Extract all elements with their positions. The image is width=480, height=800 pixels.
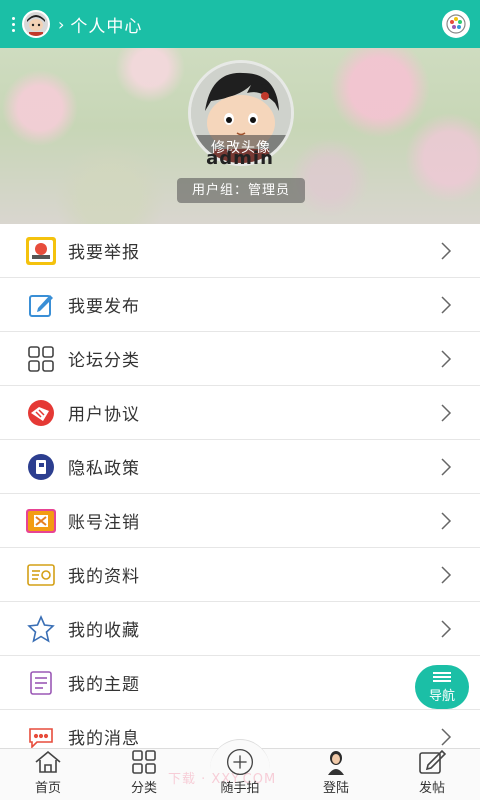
menu-dots-icon[interactable]: [6, 0, 20, 48]
chevron-right-icon: [441, 350, 452, 368]
menu-label: 我要发布: [68, 297, 140, 317]
avatar-icon: [322, 749, 350, 775]
menu-lines-icon: [433, 670, 451, 684]
edit-icon: [26, 290, 56, 320]
menu-label: 隐私政策: [68, 459, 140, 479]
top-bar: › 个人中心: [0, 0, 480, 48]
tab-label: 分类: [130, 781, 157, 796]
menu-label: 我的主题: [68, 675, 140, 695]
menu-item-my-topics[interactable]: 我的主题: [0, 656, 480, 710]
menu-item-publish[interactable]: 我要发布: [0, 278, 480, 332]
agreement-icon: [26, 398, 56, 428]
tab-home[interactable]: 首页: [0, 749, 96, 800]
menu-item-report[interactable]: 我要举报: [0, 224, 480, 278]
menu-label: 论坛分类: [68, 351, 140, 371]
menu-item-my-favorites[interactable]: 我的收藏: [0, 602, 480, 656]
palette-icon: [446, 14, 466, 34]
star-icon: [26, 614, 56, 644]
chevron-right-icon: [441, 242, 452, 260]
menu-item-user-agreement[interactable]: 用户协议: [0, 386, 480, 440]
avatar[interactable]: [22, 10, 50, 38]
bottom-tab-bar: 首页 分类 随手拍 登陆 发帖: [0, 739, 480, 800]
menu-item-privacy-policy[interactable]: 隐私政策: [0, 440, 480, 494]
fab-label: 导航: [428, 689, 455, 704]
grid-icon: [26, 344, 56, 374]
menu-list: 我要举报 我要发布 论坛分类 用户协议 隐私政策 账号注销 我的资料 我的收藏 …: [0, 224, 480, 764]
tab-label: 首页: [34, 781, 61, 796]
menu-label: 我要举报: [68, 243, 140, 263]
menu-label: 用户协议: [68, 405, 140, 425]
grid-icon: [130, 749, 158, 775]
menu-label: 我的收藏: [68, 621, 140, 641]
tab-label: 随手拍: [220, 781, 260, 796]
privacy-icon: [26, 452, 56, 482]
navigation-fab[interactable]: 导航: [415, 665, 469, 709]
chevron-right-icon: [441, 728, 452, 746]
home-icon: [34, 749, 62, 775]
compose-icon: [418, 749, 446, 775]
tab-label: 发帖: [418, 781, 445, 796]
page-title: 个人中心: [70, 16, 143, 37]
username: admin: [206, 148, 274, 169]
chevron-right-icon: [441, 566, 452, 584]
profile-header: 修改头像 admin 用户组：管理员: [0, 48, 480, 224]
chevron-right-icon: [441, 458, 452, 476]
report-icon: [26, 236, 56, 266]
menu-label: 我的资料: [68, 567, 140, 587]
menu-item-cancel-account[interactable]: 账号注销: [0, 494, 480, 548]
chevron-right-icon: [441, 296, 452, 314]
menu-item-forum-categories[interactable]: 论坛分类: [0, 332, 480, 386]
menu-label: 账号注销: [68, 513, 140, 533]
message-icon: [26, 722, 56, 752]
menu-item-my-profile[interactable]: 我的资料: [0, 548, 480, 602]
chevron-right-icon: [441, 620, 452, 638]
theme-button[interactable]: [442, 10, 470, 38]
cancel-account-icon: [26, 506, 56, 536]
plus-circle-icon: [226, 748, 254, 776]
user-group-badge: 用户组：管理员: [177, 178, 305, 203]
tab-post[interactable]: 发帖: [384, 749, 480, 800]
profile-card-icon: [26, 560, 56, 590]
tab-label: 登陆: [322, 781, 349, 796]
breadcrumb-chevron: ›: [58, 14, 65, 34]
tab-login[interactable]: 登陆: [288, 749, 384, 800]
chevron-right-icon: [441, 512, 452, 530]
chevron-right-icon: [441, 404, 452, 422]
menu-label: 我的消息: [68, 729, 140, 749]
document-icon: [26, 668, 56, 698]
